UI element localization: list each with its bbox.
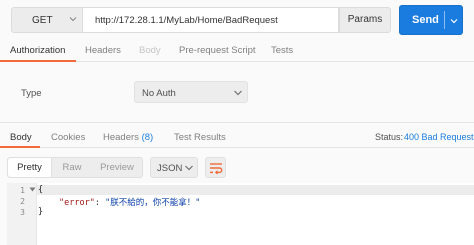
- view-pretty-button[interactable]: Pretty: [8, 158, 52, 177]
- line-number: 1: [20, 186, 25, 195]
- request-tabs: Authorization Headers Body Pre-request S…: [0, 40, 474, 62]
- view-raw-button[interactable]: Raw: [52, 158, 92, 177]
- postman-window: GET http://172.28.1.1/MyLab/Home/BadRequ…: [0, 0, 474, 245]
- send-divider: [444, 11, 445, 29]
- code-open-brace: {: [38, 185, 44, 195]
- fold-arrow-icon[interactable]: [29, 186, 36, 193]
- active-tab-indicator: [0, 60, 76, 62]
- method-label: GET: [32, 15, 53, 26]
- send-label: Send: [412, 14, 439, 26]
- line-number: 3: [20, 208, 25, 217]
- view-preview-button[interactable]: Preview: [92, 158, 142, 177]
- headers-count-badge: (8): [141, 132, 154, 143]
- format-value: JSON: [157, 163, 183, 174]
- tab-test-results[interactable]: Test Results: [174, 132, 226, 143]
- format-select[interactable]: JSON: [150, 157, 198, 178]
- line-number: 2: [20, 197, 25, 206]
- send-button[interactable]: Send: [399, 5, 463, 35]
- url-input[interactable]: http://172.28.1.1/MyLab/Home/BadRequest: [83, 7, 339, 33]
- status-label: Status:: [375, 132, 404, 142]
- tab-response-headers[interactable]: Headers (8): [103, 132, 153, 143]
- json-value: "朕不給的，你不能拿！": [105, 198, 201, 208]
- url-text: http://172.28.1.1/MyLab/Home/BadRequest: [95, 15, 278, 26]
- wrap-lines-button[interactable]: [205, 157, 226, 178]
- code-line: "error": "朕不給的，你不能拿！": [59, 196, 200, 208]
- tab-response-headers-label: Headers: [103, 132, 139, 143]
- auth-type-label: Type: [21, 88, 42, 99]
- status-value: 400 Bad Request: [404, 132, 474, 142]
- chevron-down-icon: [234, 90, 242, 96]
- method-select[interactable]: GET: [11, 7, 83, 33]
- view-mode-group: Pretty Raw Preview: [7, 157, 143, 178]
- auth-type-value: No Auth: [142, 88, 176, 99]
- params-button[interactable]: Params: [339, 7, 391, 33]
- json-key: "error": [59, 198, 95, 208]
- response-body-editor[interactable]: 1 2 3 { "error": "朕不給的，你不能拿！" }: [7, 183, 474, 245]
- tab-response-body[interactable]: Body: [10, 132, 32, 143]
- json-colon: :: [94, 198, 106, 208]
- active-tab-indicator: [0, 146, 40, 148]
- code-close-brace: }: [38, 207, 44, 217]
- chevron-down-icon: [69, 17, 77, 22]
- wrap-lines-icon: [210, 163, 223, 175]
- auth-type-select[interactable]: No Auth: [134, 81, 248, 103]
- chevron-down-icon[interactable]: [449, 16, 459, 26]
- tab-pre-request-script[interactable]: Pre-request Script: [179, 45, 256, 56]
- active-line-highlight: [37, 185, 474, 195]
- tab-body[interactable]: Body: [139, 45, 161, 56]
- chevron-down-icon: [185, 165, 193, 171]
- section-divider: [0, 122, 474, 123]
- tab-headers[interactable]: Headers: [85, 45, 121, 56]
- tab-authorization[interactable]: Authorization: [10, 45, 65, 56]
- tab-cookies[interactable]: Cookies: [51, 132, 85, 143]
- tab-tests[interactable]: Tests: [271, 45, 293, 56]
